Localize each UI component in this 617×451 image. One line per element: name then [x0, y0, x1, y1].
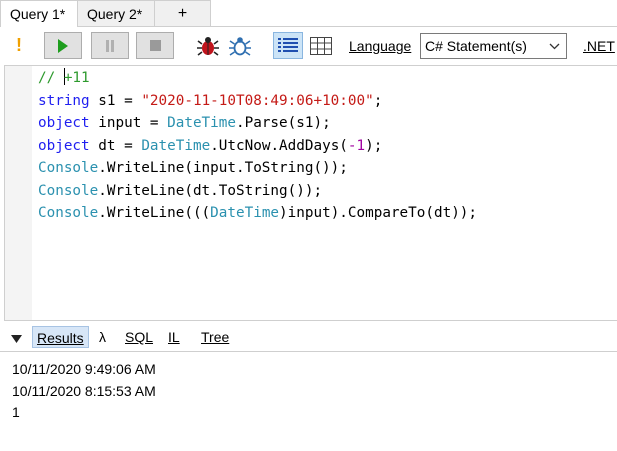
code-token: Console: [38, 182, 99, 199]
data-grid-results-button[interactable]: [306, 32, 336, 59]
tab-query-2[interactable]: Query 2*: [77, 0, 155, 26]
code-token: );: [365, 137, 383, 154]
code-token: //: [38, 70, 64, 86]
chevron-down-icon: [549, 34, 560, 65]
code-line: // +11: [38, 67, 477, 90]
code-token: .Parse(s1);: [236, 115, 331, 131]
language-label: Language: [349, 38, 411, 54]
tab-il[interactable]: IL: [164, 326, 184, 348]
pause-icon: [106, 39, 114, 52]
tab-sql-label: SQL: [125, 329, 154, 345]
code-token: DateTime: [141, 137, 211, 154]
code-token: object: [38, 137, 90, 154]
rich-text-results-icon: [278, 37, 298, 52]
code-token: .UtcNow.AddDays(: [210, 137, 348, 154]
warning-icon[interactable]: !: [14, 35, 24, 56]
language-select-value: C# Statement(s): [425, 38, 527, 54]
debug-active-button[interactable]: [226, 32, 254, 60]
tab-label: Query 2*: [87, 6, 143, 22]
tab-label: Query 1*: [10, 6, 66, 22]
tab-tree-label: Tree: [201, 329, 230, 345]
code-token: .WriteLine(((: [98, 205, 211, 221]
rich-text-results-button[interactable]: [273, 32, 303, 59]
code-token: +11: [63, 70, 90, 86]
results-output: 10/11/2020 9:49:06 AM 10/11/2020 8:15:53…: [12, 359, 156, 424]
code-token: .WriteLine(dt.ToString());: [98, 182, 323, 199]
code-token: Console: [38, 205, 99, 221]
add-tab-label: +: [177, 5, 188, 22]
code-token: object: [38, 115, 90, 131]
toolbar: ! Language C# Statement(s) .NET: [0, 27, 617, 65]
stop-button[interactable]: [136, 32, 174, 59]
language-label-text: Language: [349, 38, 412, 54]
code-token: DateTime: [167, 115, 236, 131]
code-token: string: [38, 92, 90, 109]
code-line: Console.WriteLine(dt.ToString());: [38, 180, 477, 203]
run-button[interactable]: [44, 32, 82, 59]
code-token: "2020-11-10T08:49:06+10:00": [141, 92, 374, 109]
code-line: object input = DateTime.Parse(s1);: [38, 112, 477, 135]
stop-icon: [149, 40, 161, 51]
tab-query-1[interactable]: Query 1*: [0, 0, 78, 27]
code-token: input =: [89, 115, 168, 131]
tab-results-label: Results: [37, 330, 84, 346]
code-token: -1: [347, 137, 366, 154]
pause-button[interactable]: [91, 32, 129, 59]
results-tab-bar: Results λ SQL IL Tree: [0, 322, 617, 352]
output-line: 1: [12, 404, 20, 420]
tab-tree[interactable]: Tree: [197, 326, 233, 348]
code-token: .WriteLine(input.ToString());: [98, 160, 348, 176]
data-grid-results-icon: [310, 36, 332, 55]
editor-gutter: [5, 66, 32, 320]
code-editor[interactable]: // +11 string s1 = "2020-11-10T08:49:06+1…: [4, 65, 617, 321]
code-line: Console.WriteLine(((DateTime)input).Comp…: [38, 202, 477, 225]
output-line: 10/11/2020 8:15:53 AM: [12, 382, 156, 399]
tab-results[interactable]: Results: [32, 326, 89, 348]
net-button[interactable]: .NET: [583, 38, 615, 54]
output-line: 10/11/2020 9:49:06 AM: [12, 361, 156, 377]
code-line: Console.WriteLine(input.ToString());: [38, 157, 477, 180]
code-token: )input).CompareTo(dt));: [279, 205, 478, 221]
tab-il-label: IL: [168, 329, 180, 345]
code-line: string s1 = "2020-11-10T08:49:06+10:00";: [38, 90, 477, 113]
debug-button[interactable]: [194, 32, 222, 60]
bug-icon: [197, 37, 219, 56]
tab-lambda-label: λ: [99, 329, 106, 345]
add-tab-button[interactable]: +: [154, 0, 211, 26]
code-token: Console: [38, 160, 99, 176]
code-token: dt =: [89, 137, 142, 154]
code-token: DateTime: [210, 205, 280, 221]
tab-lambda[interactable]: λ: [95, 326, 110, 348]
run-icon: [58, 38, 68, 53]
code-line: object dt = DateTime.UtcNow.AddDays(-1);: [38, 135, 477, 158]
code-area[interactable]: // +11 string s1 = "2020-11-10T08:49:06+1…: [38, 67, 477, 225]
language-select[interactable]: C# Statement(s): [420, 33, 567, 59]
tab-sql[interactable]: SQL: [121, 326, 157, 348]
code-token: ;: [373, 92, 383, 109]
query-tab-bar: Query 1* Query 2* +: [0, 0, 617, 27]
bug-active-icon: [229, 37, 251, 56]
collapse-triangle-icon[interactable]: [11, 331, 22, 347]
code-token: s1 =: [89, 92, 142, 109]
